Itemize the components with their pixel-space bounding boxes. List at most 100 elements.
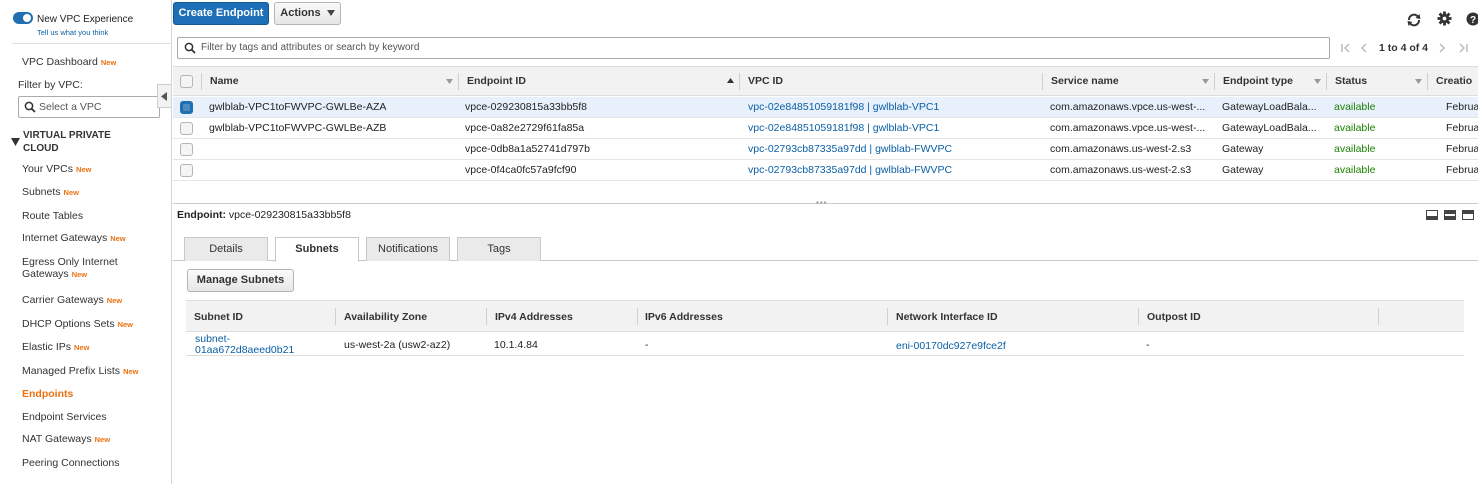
caret-down-icon xyxy=(11,138,20,146)
row-status: available xyxy=(1334,122,1376,134)
sidebar-item-internet-gateways[interactable]: Internet Gateways New xyxy=(22,232,126,244)
column-header-vpc-id[interactable]: VPC ID xyxy=(748,75,783,87)
sort-icon[interactable] xyxy=(446,79,453,84)
sidebar-item-vpc-dashboard[interactable]: VPC Dashboard New xyxy=(22,56,116,68)
section-title-vpc: VIRTUAL PRIVATE xyxy=(23,130,111,141)
row-endpoint-type: GatewayLoadBala... xyxy=(1222,101,1317,113)
subnet-az: us-west-2a (usw2-az2) xyxy=(344,339,451,351)
sidebar-item-egress-only-internet-gateways[interactable]: Egress Only Internet Gateways New xyxy=(22,256,118,280)
column-header-status[interactable]: Status xyxy=(1335,75,1367,87)
table-row[interactable]: gwlblab-VPC1toFWVPC-GWLBe-AZB vpce-0a82e… xyxy=(173,118,1478,139)
sidebar-item-endpoint-services[interactable]: Endpoint Services xyxy=(22,411,107,423)
filter-input[interactable]: Filter by tags and attributes or search … xyxy=(177,37,1330,59)
endpoints-table-header: Name Endpoint ID VPC ID Service name End… xyxy=(173,66,1478,96)
help-icon[interactable]: ? xyxy=(1466,12,1478,26)
manage-subnets-button[interactable]: Manage Subnets xyxy=(187,269,294,292)
first-page-icon[interactable] xyxy=(1341,43,1351,53)
vpc-select-placeholder: Select a VPC xyxy=(39,101,102,113)
table-row[interactable]: vpce-0db8a1a52741d797b vpc-02793cb87335a… xyxy=(173,139,1478,160)
subnet-id-link[interactable]: subnet- 01aa672d8aeed0b21 xyxy=(195,334,294,356)
sidebar-item-route-tables[interactable]: Route Tables xyxy=(22,210,83,222)
details-title: Endpoint: vpce-029230815a33bb5f8 xyxy=(177,209,351,221)
row-vpc-id-link[interactable]: vpc-02793cb87335a97dd | gwlblab-FWVPC xyxy=(748,164,952,176)
table-row[interactable]: gwlblab-VPC1toFWVPC-GWLBe-AZA vpce-02923… xyxy=(173,97,1478,118)
column-separator xyxy=(739,73,740,90)
tab-tags[interactable]: Tags xyxy=(457,237,541,261)
row-vpc-id-link[interactable]: vpc-02793cb87335a97dd | gwlblab-FWVPC xyxy=(748,143,952,155)
tab-notifications[interactable]: Notifications xyxy=(366,237,450,261)
row-creation: Februa xyxy=(1446,101,1478,113)
row-status: available xyxy=(1334,101,1376,113)
subnet-column-header-ipv4: IPv4 Addresses xyxy=(495,311,573,323)
row-endpoint-id: vpce-0f4ca0fc57a9fcf90 xyxy=(465,164,577,176)
row-endpoint-id: vpce-029230815a33bb5f8 xyxy=(465,101,588,113)
details-endpoint-id: vpce-029230815a33bb5f8 xyxy=(228,209,351,221)
filter-placeholder: Filter by tags and attributes or search … xyxy=(201,42,420,53)
last-page-icon[interactable] xyxy=(1458,43,1468,53)
tab-details[interactable]: Details xyxy=(184,237,268,261)
column-separator xyxy=(1138,308,1139,325)
table-row[interactable]: vpce-0f4ca0fc57a9fcf90 vpc-02793cb87335a… xyxy=(173,160,1478,181)
column-header-name[interactable]: Name xyxy=(210,75,239,87)
row-status: available xyxy=(1334,164,1376,176)
column-header-service-name[interactable]: Service name xyxy=(1051,75,1119,87)
collapse-sidebar-button[interactable] xyxy=(157,84,171,108)
sidebar: New VPC Experience Tell us what you thin… xyxy=(0,0,172,484)
caret-down-icon xyxy=(326,10,335,16)
sidebar-item-nat-gateways[interactable]: NAT Gateways New xyxy=(22,433,110,445)
row-vpc-id-link[interactable]: vpc-02e84851059181f98 | gwlblab-VPC1 xyxy=(748,122,939,134)
create-endpoint-button[interactable]: Create Endpoint xyxy=(173,2,269,25)
sidebar-item-managed-prefix-lists[interactable]: Managed Prefix Lists New xyxy=(22,365,138,377)
sidebar-item-your-vpcs[interactable]: Your VPCs New xyxy=(22,163,91,175)
column-separator xyxy=(1326,73,1327,90)
section-title-vpc-line2: CLOUD xyxy=(23,143,59,154)
sidebar-item-dhcp-options-sets[interactable]: DHCP Options Sets New xyxy=(22,318,133,330)
tell-us-link[interactable]: Tell us what you think xyxy=(37,28,108,37)
sidebar-item-subnets[interactable]: Subnets New xyxy=(22,186,79,198)
next-page-icon[interactable] xyxy=(1438,43,1446,53)
row-creation: Februa xyxy=(1446,164,1478,176)
sort-icon[interactable] xyxy=(1415,79,1422,84)
row-vpc-id-link[interactable]: vpc-02e84851059181f98 | gwlblab-VPC1 xyxy=(748,101,939,113)
refresh-icon[interactable] xyxy=(1406,12,1422,28)
actions-button[interactable]: Actions xyxy=(274,2,341,25)
layout-top-icon[interactable] xyxy=(1462,210,1474,220)
column-separator xyxy=(1427,73,1428,90)
layout-split-icon[interactable] xyxy=(1444,210,1456,220)
gear-icon[interactable] xyxy=(1437,11,1452,26)
pagination-text: 1 to 4 of 4 xyxy=(1379,42,1429,54)
column-separator xyxy=(1378,308,1379,325)
column-separator xyxy=(1214,73,1215,90)
sidebar-item-elastic-ips[interactable]: Elastic IPs New xyxy=(22,341,89,353)
sidebar-item-peering-connections[interactable]: Peering Connections xyxy=(22,457,119,469)
sidebar-item-carrier-gateways[interactable]: Carrier Gateways New xyxy=(22,294,122,306)
details-label: Endpoint: xyxy=(177,209,226,221)
actions-label: Actions xyxy=(280,7,321,19)
column-separator xyxy=(458,73,459,90)
row-endpoint-id: vpce-0db8a1a52741d797b xyxy=(465,143,590,155)
tab-subnets[interactable]: Subnets xyxy=(275,237,359,262)
column-header-endpoint-id[interactable]: Endpoint ID xyxy=(467,75,526,87)
row-endpoint-type: Gateway xyxy=(1222,143,1264,155)
drag-handle-icon[interactable]: ▪▪▪ xyxy=(816,198,828,207)
network-interface-link[interactable]: eni-00170dc927e9fce2f xyxy=(896,340,1006,352)
sidebar-item-endpoints[interactable]: Endpoints xyxy=(22,388,73,400)
subnet-column-header-eni: Network Interface ID xyxy=(896,311,998,323)
row-name: gwlblab-VPC1toFWVPC-GWLBe-AZB xyxy=(209,122,387,134)
row-checkbox[interactable] xyxy=(180,101,193,114)
column-separator xyxy=(1042,73,1043,90)
row-checkbox[interactable] xyxy=(180,122,193,135)
column-header-endpoint-type[interactable]: Endpoint type xyxy=(1223,75,1293,87)
sort-ascending-icon[interactable] xyxy=(727,78,734,83)
new-vpc-experience-toggle[interactable] xyxy=(13,12,33,24)
row-service-name: com.amazonaws.vpce.us-west-... xyxy=(1050,101,1206,113)
sort-icon[interactable] xyxy=(1314,79,1321,84)
row-checkbox[interactable] xyxy=(180,143,193,156)
vpc-select[interactable]: Select a VPC xyxy=(18,96,160,118)
row-checkbox[interactable] xyxy=(180,164,193,177)
prev-page-icon[interactable] xyxy=(1360,43,1368,53)
column-header-creation[interactable]: Creatio xyxy=(1436,75,1472,87)
sort-icon[interactable] xyxy=(1202,79,1209,84)
select-all-checkbox[interactable] xyxy=(180,75,193,88)
layout-bottom-icon[interactable] xyxy=(1426,210,1438,220)
